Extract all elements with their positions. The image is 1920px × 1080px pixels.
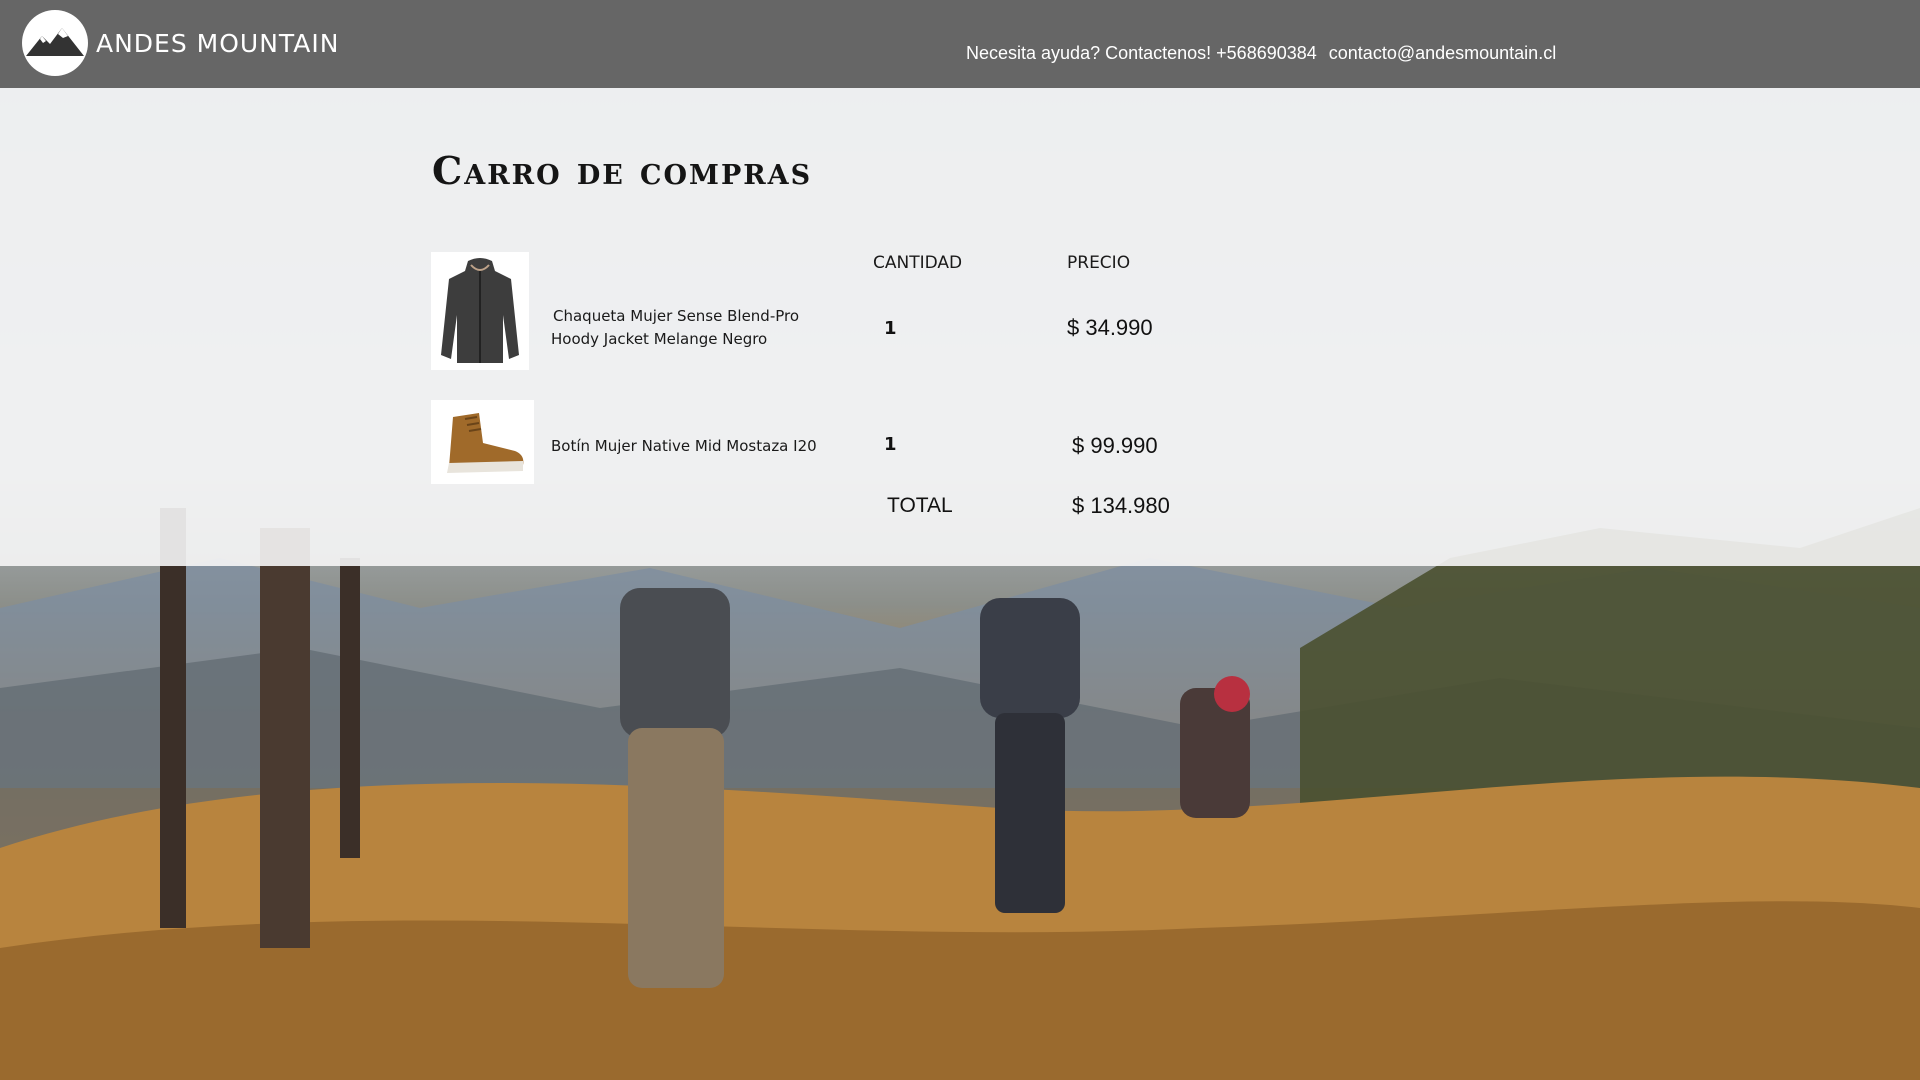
- brand-name: ANDES MOUNTAIN: [96, 28, 340, 58]
- cart-panel: [0, 88, 1920, 566]
- top-bar: ANDES MOUNTAIN Necesita ayuda? Contacten…: [0, 0, 1920, 88]
- item-price: $ 34.990: [1067, 315, 1153, 340]
- total-value: $ 134.980: [1072, 493, 1170, 518]
- quantity-value[interactable]: 1: [884, 434, 897, 455]
- product-name-line-2: Hoody Jacket Melange Negro: [551, 330, 768, 348]
- quantity-value[interactable]: 1: [884, 318, 897, 339]
- mountain-logo-icon: [22, 10, 88, 76]
- product-image-boot[interactable]: [431, 400, 534, 484]
- logo[interactable]: ANDES MOUNTAIN: [22, 10, 339, 76]
- price-column-header: PRECIO: [1067, 253, 1131, 273]
- quantity-column-header: CANTIDAD: [873, 253, 963, 273]
- help-text: Necesita ayuda? Contactenos! +568690384: [966, 43, 1317, 63]
- product-image-jacket[interactable]: [431, 252, 529, 370]
- cart-title: Carro de compras: [432, 148, 813, 193]
- jacket-icon: [441, 258, 519, 363]
- help-contact: Necesita ayuda? Contactenos! +568690384 …: [966, 43, 1563, 64]
- item-price: $ 99.990: [1072, 433, 1158, 458]
- product-name-line-1: Chaqueta Mujer Sense Blend-Pro: [553, 307, 800, 325]
- boot-icon: [446, 413, 523, 473]
- product-name-boot[interactable]: Botín Mujer Native Mid Mostaza I20: [551, 435, 817, 458]
- product-name-jacket[interactable]: Chaqueta Mujer Sense Blend-Pro Hoody Jac…: [551, 305, 799, 351]
- total-label: TOTAL: [887, 494, 953, 517]
- contact-email-link[interactable]: contacto@andesmountain.cl: [1329, 43, 1556, 63]
